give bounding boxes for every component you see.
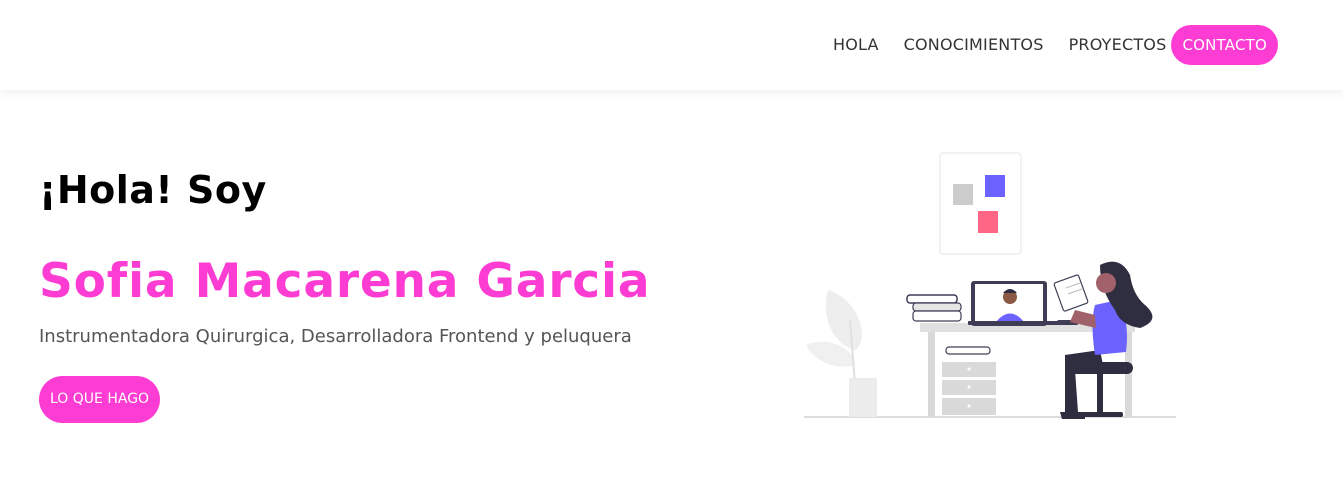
person-icon	[1053, 261, 1153, 419]
nav-link-proyectos[interactable]: PROYECTOS	[1069, 25, 1167, 65]
hero-greeting: ¡Hola! Soy	[39, 168, 267, 212]
nav-link-conocimientos[interactable]: CONOCIMIENTOS	[904, 25, 1044, 65]
plant-icon	[806, 290, 877, 417]
what-i-do-button[interactable]: LO QUE HAGO	[39, 376, 161, 423]
navbar: HOLA CONOCIMIENTOS PROYECTOS CONTACTO	[0, 0, 1343, 90]
contact-button[interactable]: CONTACTO	[1171, 25, 1278, 65]
nav-links: HOLA CONOCIMIENTOS PROYECTOS CONTACTO	[808, 25, 1278, 65]
hero-section: ¡Hola! Soy Sofia Macarena Garcia Instrum…	[0, 90, 1343, 481]
nav-link-hola[interactable]: HOLA	[833, 25, 879, 65]
wall-board-icon	[939, 152, 1022, 255]
hero-tagline: Instrumentadora Quirurgica, Desarrollado…	[39, 326, 632, 347]
hero-name: Sofia Macarena Garcia	[39, 254, 651, 309]
hero-illustration	[804, 152, 1176, 419]
